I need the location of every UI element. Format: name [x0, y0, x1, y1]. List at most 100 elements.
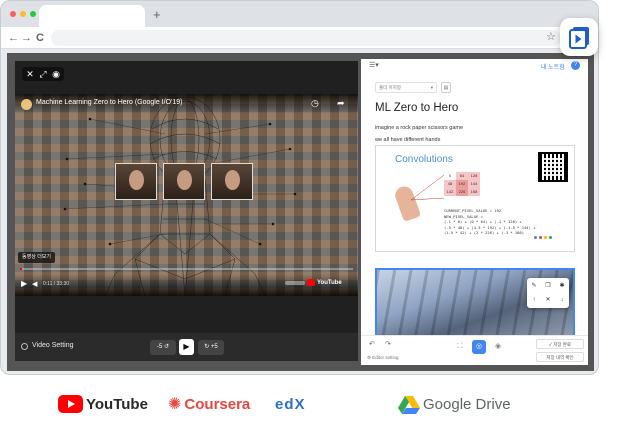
save-button[interactable]: ✓ 저장 완료 — [536, 339, 584, 349]
pixel-grid: 0 64 128 48 192 144 142 226 168 — [444, 172, 480, 196]
coursera-logo: ✺ Coursera — [168, 393, 250, 415]
video-settings-icons[interactable] — [285, 281, 305, 285]
google-drive-wordmark: Google Drive — [423, 395, 511, 413]
youtube-logo-icon — [307, 279, 315, 286]
extension-badge[interactable] — [560, 18, 598, 56]
delete-icon[interactable]: ✕ — [543, 295, 553, 305]
star-icon[interactable]: ☆ — [546, 30, 556, 43]
edit-icon[interactable]: ✎ — [529, 281, 539, 291]
forward-icon[interactable]: → — [21, 32, 32, 44]
google-drive-logo: Google Drive — [398, 393, 511, 415]
notes-footer: ↶ ↷ ⚙ Editor setting ⛶ ◎ ◉ ✓ 저장 완료 저장 내역… — [361, 335, 588, 365]
chevron-down-icon: ▾ — [430, 85, 433, 90]
channel-avatar[interactable] — [21, 99, 32, 110]
address-bar[interactable] — [51, 30, 561, 46]
grid-cell: 128 — [468, 172, 480, 180]
browser-tab[interactable] — [39, 5, 145, 27]
tab-bar: + — [1, 1, 598, 27]
grid-cell: 168 — [468, 188, 480, 196]
slide-title: Convolutions — [395, 154, 453, 165]
qr-code — [538, 152, 568, 182]
note-line[interactable]: we all have different hands — [375, 137, 440, 143]
video-frame[interactable]: Machine Learning Zero to Hero (Google I/… — [15, 94, 358, 296]
youtube-watermark[interactable]: YouTube — [317, 280, 342, 286]
expand-icon[interactable]: ⤢ — [37, 69, 49, 79]
app-workspace: ✕ ⤢ ◉ Machine Learning Zero to Hero (Goo… — [7, 53, 594, 371]
play-icon[interactable]: ▶ — [21, 279, 27, 288]
folder-select[interactable]: 폴더 미지정 ▾ — [375, 82, 437, 93]
minimize-window-dot[interactable] — [20, 11, 26, 17]
grid-cell: 142 — [444, 188, 456, 196]
help-button[interactable]: ? — [571, 61, 580, 70]
add-folder-icon[interactable]: ▤ — [441, 82, 451, 93]
move-down-icon[interactable]: ↓ — [557, 295, 567, 305]
play-button[interactable]: ▶ — [179, 339, 194, 355]
grid-cell: 226 — [456, 188, 468, 196]
settings-icon[interactable]: ✱ — [557, 281, 567, 291]
move-up-icon[interactable]: ↑ — [529, 295, 539, 305]
speaker-face-left — [115, 163, 157, 200]
play-slides-icon — [569, 27, 589, 49]
youtube-play-icon — [58, 395, 83, 413]
speaker-face-center — [163, 163, 205, 200]
editor-setting-text: Editor setting — [372, 355, 399, 360]
notes-header: ☰▾ 내 노트함 ? — [361, 59, 588, 73]
grid-cell: 48 — [444, 180, 456, 188]
video-setting-label[interactable]: Video Setting — [32, 342, 74, 349]
crop-mode-icon[interactable]: ⛶ — [453, 340, 467, 354]
clock-icon[interactable]: ◷ — [311, 98, 319, 109]
rewind-5-button[interactable]: -5 ↺ — [150, 340, 176, 355]
browser-toolbar: ← → C ☆ — [1, 27, 598, 49]
video-controls-bar: ▶ ◀ 0:11 / 33:30 YouTube — [15, 274, 358, 296]
undo-icon[interactable]: ↶ — [369, 340, 375, 348]
youtube-logo: YouTube — [58, 393, 148, 415]
video-time: 0:11 / 33:30 — [43, 281, 70, 287]
edx-wordmark: edX — [275, 395, 306, 413]
coursera-mark-icon: ✺ — [168, 396, 182, 413]
save-history-button[interactable]: 저장 내역 확인 — [536, 352, 584, 362]
youtube-wordmark: YouTube — [86, 395, 148, 413]
video-title[interactable]: Machine Learning Zero to Hero (Google I/… — [36, 99, 182, 106]
close-icon[interactable]: ✕ — [24, 69, 36, 79]
maximize-window-dot[interactable] — [30, 11, 36, 17]
new-tab-button[interactable]: + — [153, 7, 161, 22]
reload-icon[interactable]: C — [36, 32, 44, 44]
capture-mode-icon[interactable]: ◎ — [472, 340, 486, 354]
share-icon[interactable]: ➦ — [337, 98, 345, 109]
more-videos-badge[interactable]: 동영상 더보기 — [18, 252, 55, 263]
notes-pane: ☰▾ 내 노트함 ? 폴더 미지정 ▾ ▤ ML Zero to Hero im… — [361, 59, 588, 365]
video-pane: ✕ ⤢ ◉ Machine Learning Zero to Hero (Goo… — [15, 61, 358, 361]
note-title[interactable]: ML Zero to Hero — [375, 102, 458, 114]
eye-icon[interactable]: ◉ — [50, 69, 62, 79]
slide-capture[interactable]: Convolutions 0 64 128 48 192 144 142 226… — [375, 145, 575, 252]
record-mode-icon[interactable]: ◉ — [491, 340, 505, 354]
grid-cell: 192 — [456, 180, 468, 188]
editor-setting-label[interactable]: ⚙ Editor setting — [367, 355, 399, 361]
close-window-dot[interactable] — [10, 11, 16, 17]
my-notes-link[interactable]: 내 노트함 — [541, 62, 565, 71]
video-progress-bar[interactable] — [20, 268, 353, 270]
slide-dots — [534, 236, 552, 239]
volume-icon[interactable]: ◀ — [32, 280, 37, 288]
back-icon[interactable]: ← — [8, 32, 19, 44]
redo-icon[interactable]: ↷ — [385, 340, 391, 348]
menu-icon[interactable]: ☰▾ — [369, 61, 379, 69]
rewind-icon: ↺ — [163, 344, 170, 350]
player-top-controls: ✕ ⤢ ◉ — [22, 67, 64, 81]
video-title-bar: Machine Learning Zero to Hero (Google I/… — [15, 94, 358, 114]
gear-icon[interactable] — [21, 343, 28, 350]
capture-toolbar: ✎ ❐ ✱ ↑ ✕ ↓ — [527, 278, 569, 308]
video-footer: Video Setting -5 ↺ ▶ ↻ +5 — [15, 333, 358, 361]
save-button-label: 저장 완료 — [553, 342, 572, 347]
grid-cell: 144 — [468, 180, 480, 188]
pointer-lines — [410, 174, 445, 201]
coursera-wordmark: Coursera — [184, 395, 251, 413]
speaker-face-right — [211, 163, 253, 200]
copy-icon[interactable]: ❐ — [543, 281, 553, 291]
google-drive-icon — [398, 395, 420, 414]
note-line[interactable]: imagine a rock paper scissors game — [375, 125, 463, 131]
forward-5-button[interactable]: ↻ +5 — [198, 340, 224, 355]
edx-logo: edX — [272, 393, 306, 415]
forward-label: +5 — [210, 344, 218, 350]
browser-window: + ← → C ☆ ✕ ⤢ ◉ Machine Learning Zero to… — [0, 0, 599, 375]
